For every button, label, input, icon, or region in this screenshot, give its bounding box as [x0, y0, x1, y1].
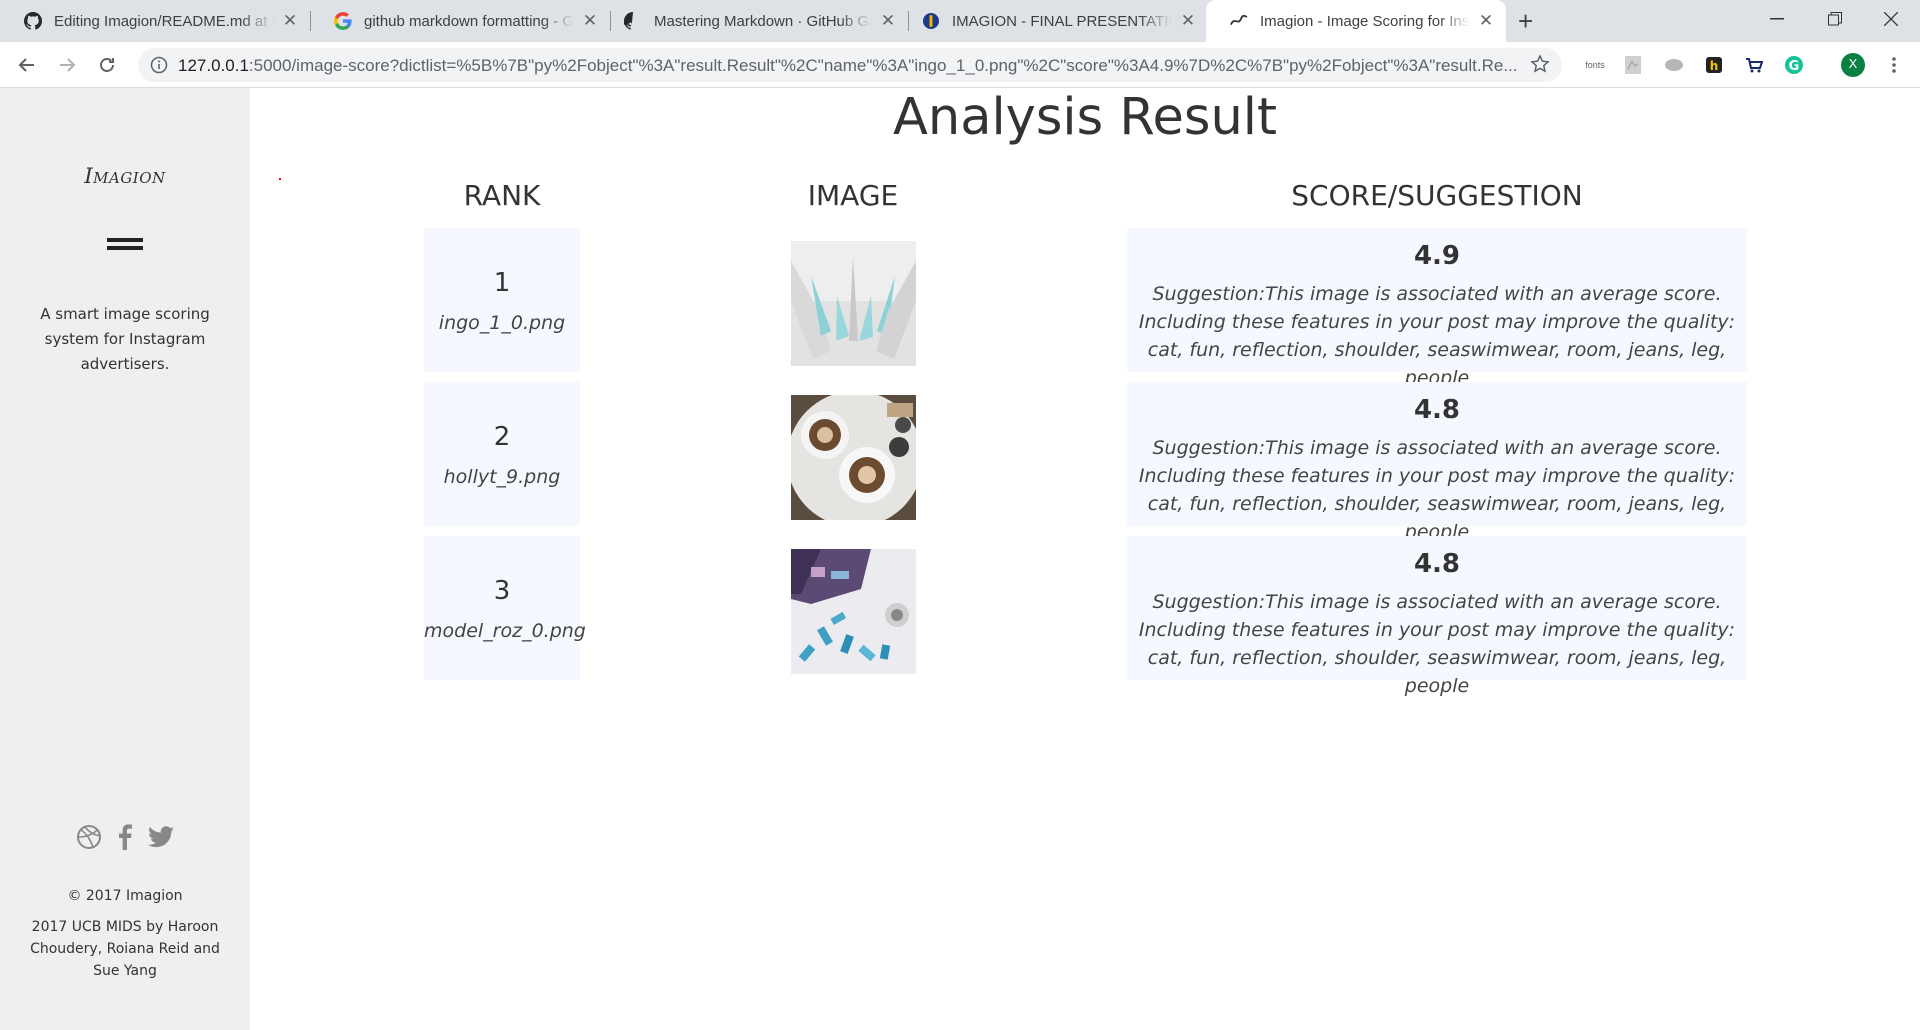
rank-number: 1 — [493, 268, 511, 298]
rank-number: 3 — [493, 576, 511, 606]
sidebar: Imagion A smart image scoring system for… — [0, 88, 250, 1030]
image-filename: ingo_1_0.png — [438, 312, 566, 334]
column-header-rank: RANK — [463, 179, 541, 212]
column-header-image: IMAGE — [807, 179, 899, 212]
score-value: 4.8 — [1413, 549, 1461, 579]
address-bar[interactable]: 127.0.0.1:5000/image-score?dictlist=%5B%… — [138, 48, 1562, 82]
site-tagline: A smart image scoring system for Instagr… — [40, 305, 210, 373]
google-icon — [334, 12, 352, 30]
stray-dot — [279, 178, 281, 180]
svg-text:h: h — [1710, 59, 1719, 73]
github-icon — [24, 12, 42, 30]
grammarly-extension-icon[interactable]: G — [1782, 54, 1806, 76]
site-logo[interactable]: Imagion — [0, 164, 250, 188]
column-header-score: SCORE/SUGGESTION — [1291, 179, 1583, 212]
copyright-text: © 2017 Imagion — [67, 888, 183, 904]
close-icon[interactable]: ✕ — [280, 11, 300, 31]
result-image-thumbnail — [791, 549, 916, 674]
close-icon[interactable]: ✕ — [878, 11, 898, 31]
evernote-extension-icon[interactable] — [1662, 54, 1686, 76]
browser-tab-active[interactable]: Imagion - Image Scoring for Instagram ✕ — [1206, 0, 1506, 42]
url-path: :5000/image-score?dictlist=%5B%7B"py%2Fo… — [248, 56, 1518, 75]
back-icon[interactable] — [12, 50, 42, 80]
result-image-thumbnail — [791, 395, 916, 520]
twitter-icon[interactable] — [148, 824, 174, 850]
rank-cell: 2 hollyt_9.png — [424, 382, 580, 526]
hamburger-menu-icon[interactable] — [107, 238, 143, 252]
github-icon — [624, 12, 642, 30]
result-image-thumbnail — [791, 241, 916, 366]
rank-cell: 3 model_roz_0.png — [424, 536, 586, 680]
score-cell: 4.9 Suggestion:This image is associated … — [1127, 228, 1747, 389]
pdf-extension-icon[interactable] — [1622, 54, 1644, 76]
suggestion-text: Suggestion:This image is associated with… — [1138, 591, 1736, 697]
page-title: Analysis Result — [893, 88, 1277, 147]
forward-icon[interactable] — [52, 50, 82, 80]
info-icon[interactable] — [150, 56, 168, 78]
suggestion-text: Suggestion:This image is associated with… — [1138, 437, 1736, 543]
url-text: 127.0.0.1:5000/image-score?dictlist=%5B%… — [178, 56, 1518, 76]
image-filename: hollyt_9.png — [443, 466, 561, 488]
tab-title: IMAGION - FINAL PRESENTATION — [952, 12, 1172, 30]
dribbble-icon[interactable] — [76, 824, 102, 850]
browser-tab[interactable]: Editing Imagion/README.md at master ✕ — [0, 0, 310, 42]
tab-title: Editing Imagion/README.md at master — [54, 12, 274, 30]
url-host: 127.0.0.1 — [178, 56, 249, 75]
score-cell: 4.8 Suggestion:This image is associated … — [1127, 536, 1747, 697]
browser-tab[interactable]: Mastering Markdown · GitHub Guides ✕ — [600, 0, 908, 42]
menu-kebab-icon[interactable] — [1886, 54, 1902, 76]
browser-tab[interactable]: github markdown formatting - Google Sear… — [310, 0, 610, 42]
reload-icon[interactable] — [92, 50, 122, 80]
bookmark-star-icon[interactable] — [1530, 54, 1550, 78]
rank-cell: 1 ingo_1_0.png — [424, 228, 580, 372]
new-tab-icon[interactable]: + — [1518, 6, 1533, 37]
suggestion-text: Suggestion:This image is associated with… — [1138, 283, 1736, 389]
close-icon[interactable]: ✕ — [1178, 11, 1198, 31]
score-cell: 4.8 Suggestion:This image is associated … — [1127, 382, 1747, 543]
tab-title: github markdown formatting - Google Sear… — [364, 12, 574, 30]
profile-initial: X — [1848, 56, 1858, 71]
minimize-icon[interactable] — [1748, 0, 1806, 38]
restore-icon[interactable] — [1806, 0, 1864, 38]
close-window-icon[interactable] — [1862, 0, 1920, 38]
score-value: 4.9 — [1413, 241, 1461, 271]
browser-toolbar: 127.0.0.1:5000/image-score?dictlist=%5B%… — [0, 42, 1920, 88]
profile-avatar[interactable]: X — [1840, 53, 1866, 77]
rank-number: 2 — [493, 422, 511, 452]
facebook-icon[interactable] — [112, 824, 138, 850]
close-icon[interactable]: ✕ — [1476, 11, 1496, 31]
social-links — [0, 824, 250, 850]
tab-title: Mastering Markdown · GitHub Guides — [654, 12, 872, 30]
tab-title: Imagion - Image Scoring for Instagram — [1260, 12, 1470, 30]
slides-icon — [922, 12, 940, 30]
browser-tab[interactable]: IMAGION - FINAL PRESENTATION ✕ — [898, 0, 1208, 42]
cart-extension-icon[interactable] — [1742, 54, 1766, 76]
image-filename: model_roz_0.png — [424, 620, 586, 642]
close-icon[interactable]: ✕ — [580, 11, 600, 31]
honey-extension-icon[interactable]: h — [1702, 54, 1726, 76]
svg-text:G: G — [1789, 59, 1800, 74]
imagion-icon — [1230, 12, 1248, 30]
browser-tab-strip: Editing Imagion/README.md at master ✕ gi… — [0, 0, 1920, 42]
credits-text: 2017 UCB MIDS by Haroon Choudery, Roiana… — [30, 919, 220, 979]
score-value: 4.8 — [1413, 395, 1461, 425]
main-content: Analysis Result RANK IMAGE SCORE/SUGGEST… — [250, 88, 1920, 1030]
fonts-extension-icon[interactable]: fonts — [1580, 54, 1610, 76]
